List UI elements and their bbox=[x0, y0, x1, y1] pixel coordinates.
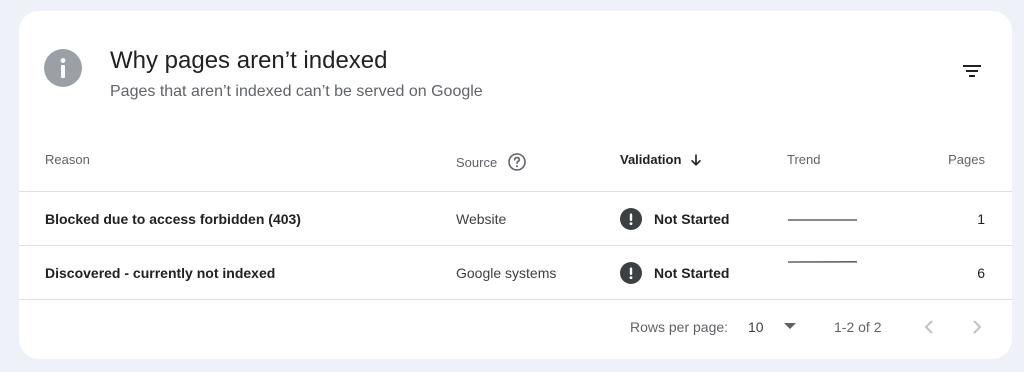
row-reason: Blocked due to access forbidden (403) bbox=[45, 210, 301, 227]
card-header: Why pages aren’t indexed Pages that aren… bbox=[19, 11, 1012, 131]
row-pages: 6 bbox=[977, 264, 985, 281]
table-header: Reason Source Validation Trend Pages bbox=[19, 139, 1012, 192]
next-page-button[interactable] bbox=[965, 315, 989, 339]
column-header-trend: Trend bbox=[787, 152, 821, 167]
pagination-range: 1-2 of 2 bbox=[834, 319, 882, 335]
previous-page-button[interactable] bbox=[917, 315, 941, 339]
column-header-validation[interactable]: Validation bbox=[620, 152, 703, 167]
help-icon[interactable] bbox=[507, 152, 527, 172]
rows-per-page-label: Rows per page: bbox=[630, 319, 729, 335]
card-subtitle: Pages that aren’t indexed can’t be serve… bbox=[110, 83, 483, 100]
row-pages: 1 bbox=[977, 210, 985, 227]
rows-per-page-value: 10 bbox=[748, 319, 764, 335]
column-header-source[interactable]: Source bbox=[456, 152, 527, 172]
trend-sparkline bbox=[787, 260, 858, 263]
index-report-card: Why pages aren’t indexed Pages that aren… bbox=[19, 11, 1012, 359]
filter-icon bbox=[963, 65, 981, 77]
row-validation-status: Not Started bbox=[654, 264, 730, 281]
chevron-right-icon bbox=[973, 320, 981, 334]
alert-icon bbox=[620, 261, 642, 284]
row-source: Google systems bbox=[456, 264, 557, 281]
row-reason: Discovered - currently not indexed bbox=[45, 264, 276, 281]
filter-button[interactable] bbox=[956, 55, 988, 87]
chevron-left-icon bbox=[925, 320, 933, 334]
column-header-pages[interactable]: Pages bbox=[948, 152, 985, 167]
row-trend bbox=[787, 192, 859, 245]
pagination-bar: Rows per page: 10 1-2 of 2 bbox=[19, 307, 1012, 347]
dropdown-arrow-icon bbox=[783, 323, 796, 331]
trend-sparkline bbox=[788, 218, 857, 221]
row-source: Website bbox=[456, 210, 507, 227]
column-header-reason[interactable]: Reason bbox=[45, 152, 90, 167]
table-row[interactable]: Blocked due to access forbidden (403) We… bbox=[19, 192, 1012, 246]
rows-per-page-select[interactable]: 10 bbox=[748, 307, 796, 347]
alert-icon bbox=[620, 207, 642, 230]
row-validation: Not Started bbox=[620, 192, 729, 245]
row-trend bbox=[787, 246, 859, 299]
row-validation-status: Not Started bbox=[654, 210, 730, 227]
table-row[interactable]: Discovered - currently not indexed Googl… bbox=[19, 246, 1012, 300]
info-icon bbox=[44, 49, 82, 87]
next-page-wrap bbox=[965, 307, 989, 347]
card-title: Why pages aren’t indexed bbox=[110, 47, 388, 74]
prev-page-wrap bbox=[917, 307, 941, 347]
row-validation: Not Started bbox=[620, 246, 729, 299]
column-header-validation-label: Validation bbox=[620, 152, 682, 167]
arrow-down-icon bbox=[689, 153, 703, 167]
column-header-source-label: Source bbox=[456, 154, 498, 170]
